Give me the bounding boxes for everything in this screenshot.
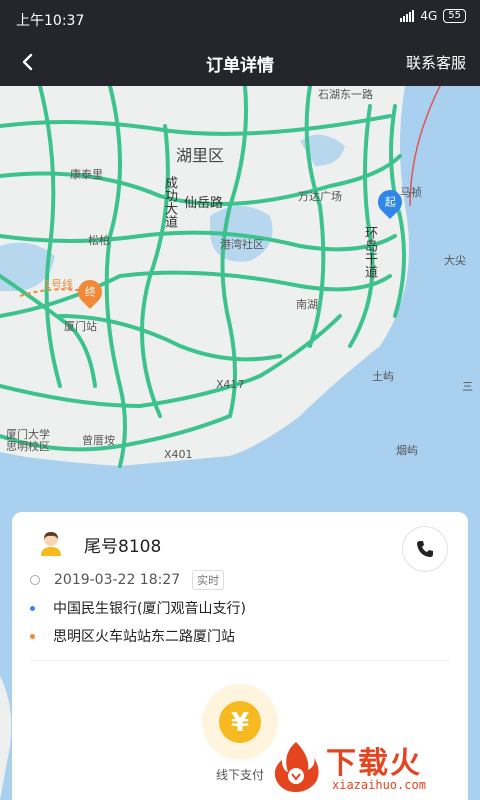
origin-row: 中国民生银行(厦门观音山支行) [30, 598, 246, 618]
destination-dot-icon [30, 633, 35, 639]
divider [30, 660, 450, 661]
map-label-shiji: 石湖东一路 [318, 88, 373, 101]
map-label-xiada: 厦门大学 [6, 428, 50, 441]
map-label-x417: X417 [216, 378, 245, 391]
map-label-chenggong: 成功大道 [162, 176, 177, 228]
watermark: 下载火 xiazaihuo.com [270, 738, 466, 794]
status-bar: 上午10:37 4G 55 [0, 0, 480, 38]
contact-service-button[interactable]: 联系客服 [406, 52, 466, 73]
map-label-kangtai: 康泰里 [70, 168, 103, 181]
start-pin-label: 起 [384, 196, 396, 209]
yuan-icon: ¥ [219, 701, 261, 743]
order-type-tag: 实时 [192, 570, 225, 590]
signal-icon [400, 10, 415, 22]
map-label-xiamen-station: 厦门站 [64, 320, 97, 333]
battery-icon: 55 [443, 9, 466, 23]
destination-row: 思明区火车站站东二路厦门站 [30, 626, 235, 646]
map-label-dajian: 大尖 [444, 254, 466, 267]
driver-tail-number: 尾号8108 [84, 537, 162, 557]
land-bottom-left [0, 676, 12, 800]
map-label-tuyu: 土屿 [372, 370, 394, 383]
offline-pay-button[interactable]: ¥ [202, 684, 278, 760]
order-time-row: 2019-03-22 18:27 实时 [30, 570, 225, 590]
origin-dot-icon [30, 605, 35, 611]
map-label-wanda: 万达广场 [298, 190, 342, 203]
yuan-symbol: ¥ [231, 708, 249, 738]
watermark-title: 下载火 [326, 746, 422, 781]
map-label-x401: X401 [164, 448, 193, 461]
origin-address: 中国民生银行(厦门观音山支行) [53, 601, 246, 617]
map-label-huli: 湖里区 [176, 146, 225, 165]
nav-bar: 订单详情 联系客服 [0, 38, 480, 86]
map-label-line1: 1号线 [44, 278, 73, 291]
end-pin-label: 终 [84, 286, 96, 299]
map-label-zengcuoan: 曾厝垵 [82, 434, 115, 447]
map-label-qiao: 港湾社区 [220, 238, 264, 251]
map-label-songbai: 松柏 [88, 234, 110, 247]
order-datetime: 2019-03-22 18:27 [54, 572, 181, 588]
phone-icon [417, 541, 433, 557]
map-label-sansan: 三 [462, 380, 473, 393]
map-label-majiao: 马祯 [400, 186, 422, 199]
network-type: 4G [420, 9, 438, 23]
status-indicators: 4G 55 [400, 9, 466, 23]
map-label-yanyu: 烟屿 [396, 444, 418, 457]
watermark-url: xiazaihuo.com [332, 778, 426, 792]
destination-address: 思明区火车站站东二路厦门站 [53, 629, 235, 645]
status-time: 上午10:37 [16, 13, 85, 29]
flame-logo-icon [274, 742, 319, 792]
map-label-nanhu: 南湖 [296, 298, 318, 311]
map-label-xianyue: 仙岳路 [184, 196, 224, 211]
map-label-huandao: 环岛干道 [362, 226, 377, 278]
clock-icon [30, 575, 40, 585]
driver-avatar-icon [41, 532, 61, 556]
call-driver-button[interactable] [402, 526, 448, 572]
